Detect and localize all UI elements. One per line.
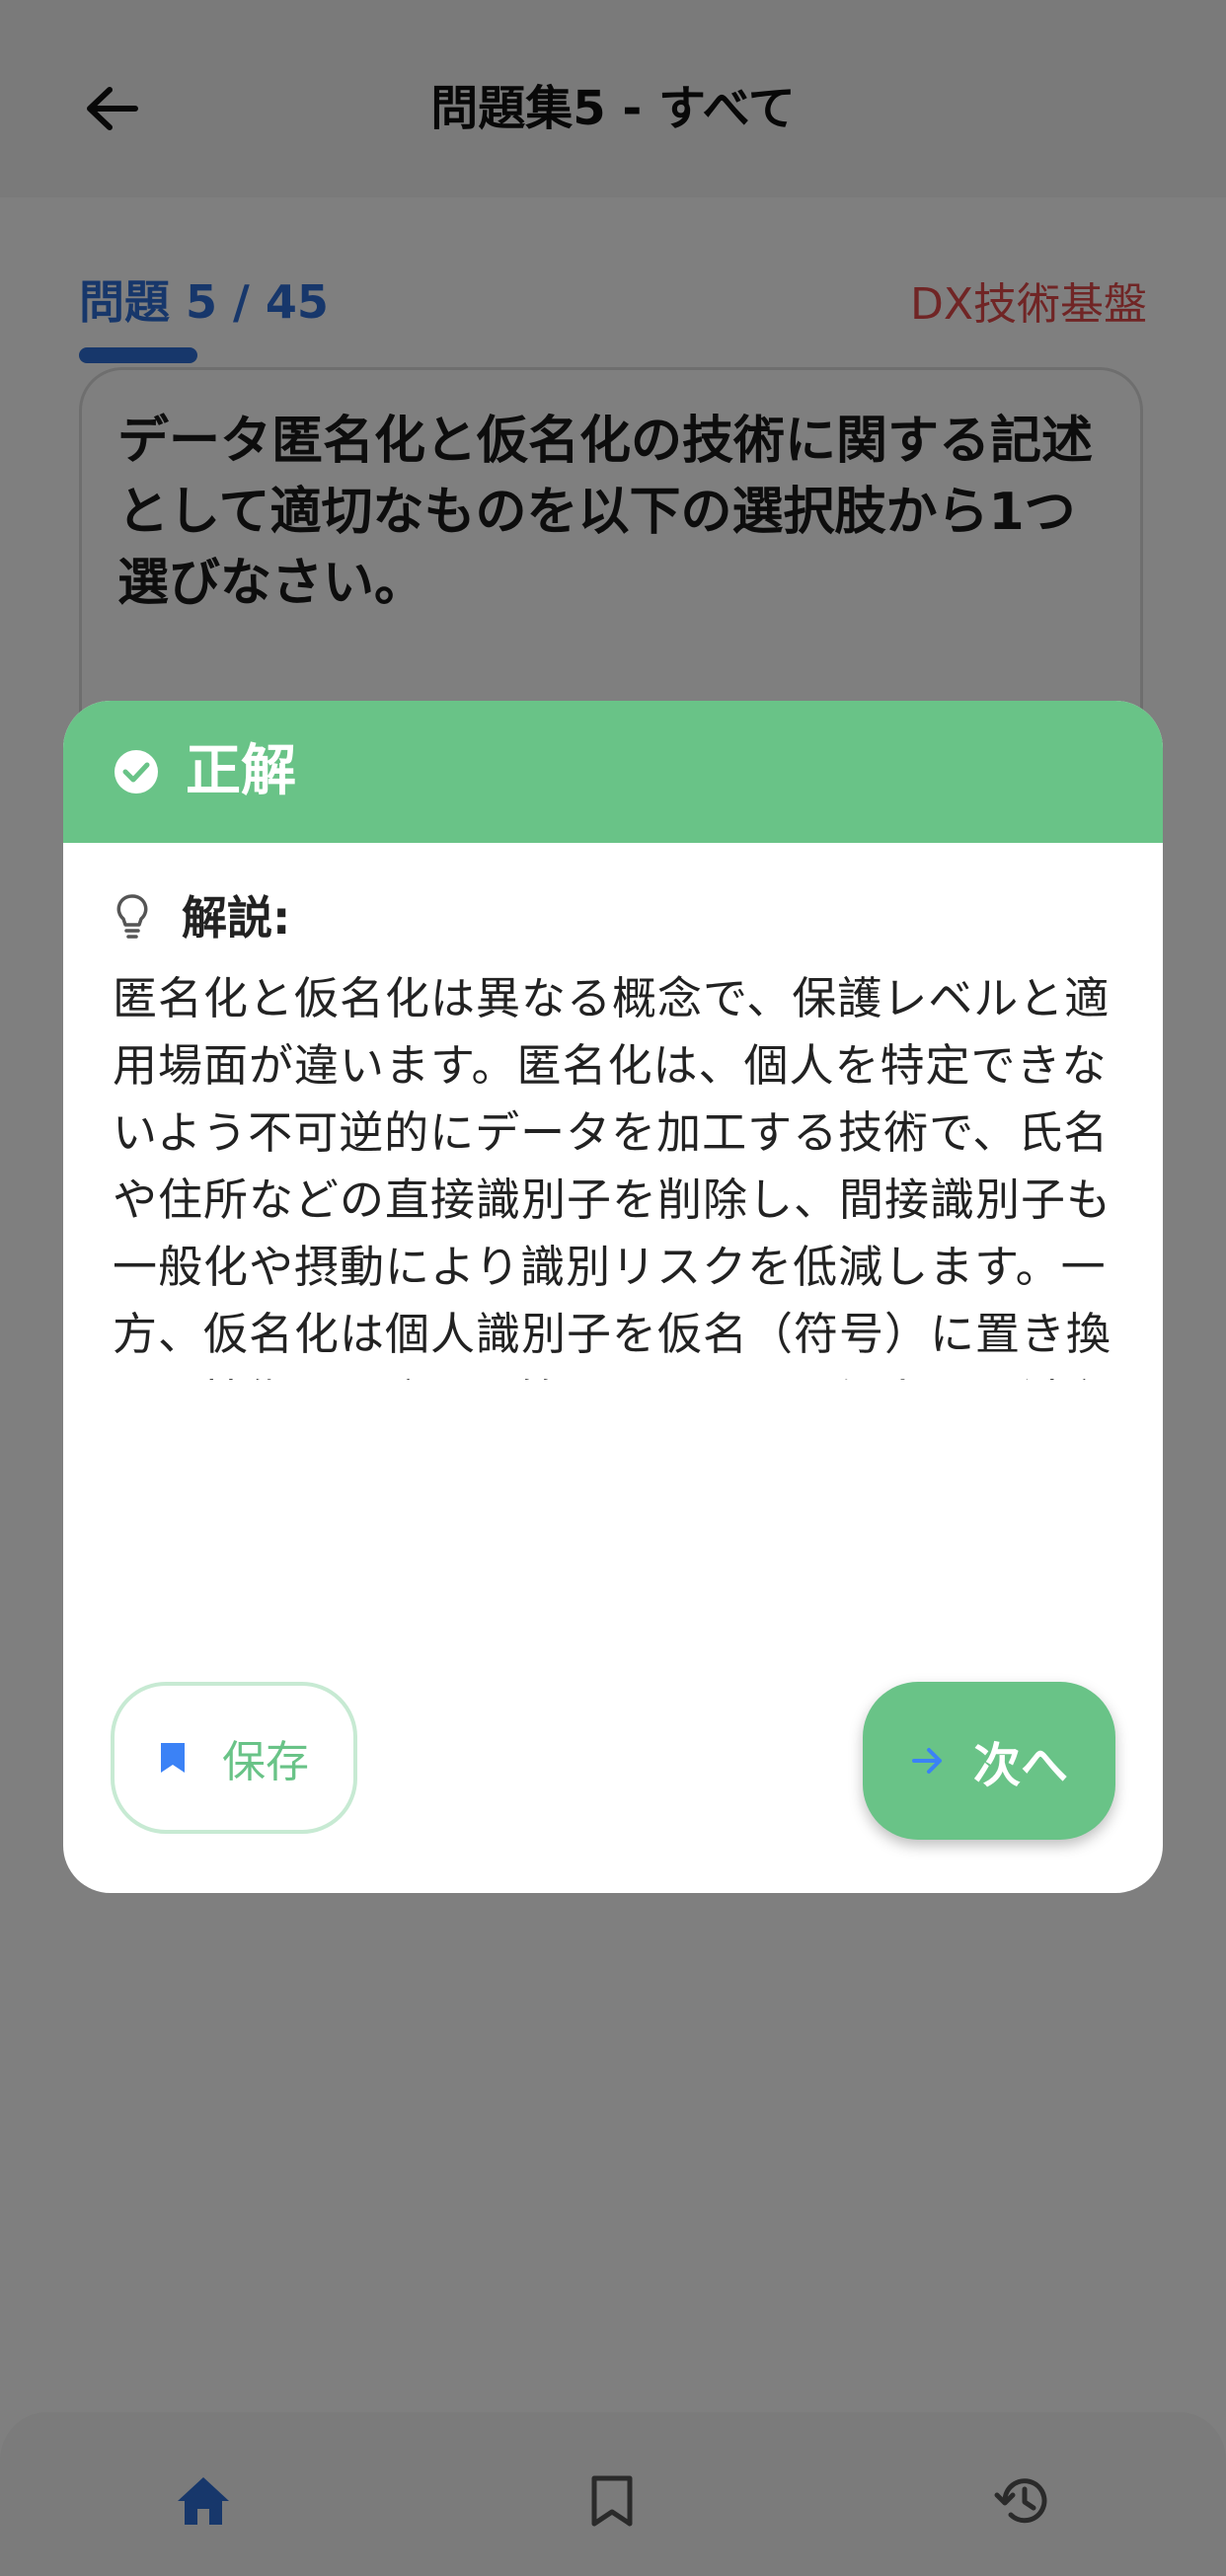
next-button[interactable]: 次へ [863,1682,1115,1840]
result-status-title: 正解 [186,739,296,803]
result-header: 正解 [63,701,1163,843]
app-root: 問題集5 - すべて 問題 5 / 45 DX技術基盤 データ匿名化と仮名化の技… [0,0,1226,2576]
save-button[interactable]: 保存 [111,1682,357,1834]
arrow-right-icon [911,1748,942,1774]
bookmark-icon [161,1743,185,1773]
save-button-label: 保存 [222,1737,309,1787]
explanation-text[interactable]: 匿名化と仮名化は異なる概念で、保護レベルと適用場面が違います。匿名化は、個人を特… [113,965,1113,1380]
next-button-label: 次へ [972,1738,1068,1793]
explanation-label: 解説: [182,891,291,945]
check-circle-icon [115,750,158,794]
result-modal: 正解 解説: 匿名化と仮名化は異なる概念で、保護レベルと適用場面が違います。匿名… [63,701,1163,1893]
lightbulb-icon [116,894,148,939]
